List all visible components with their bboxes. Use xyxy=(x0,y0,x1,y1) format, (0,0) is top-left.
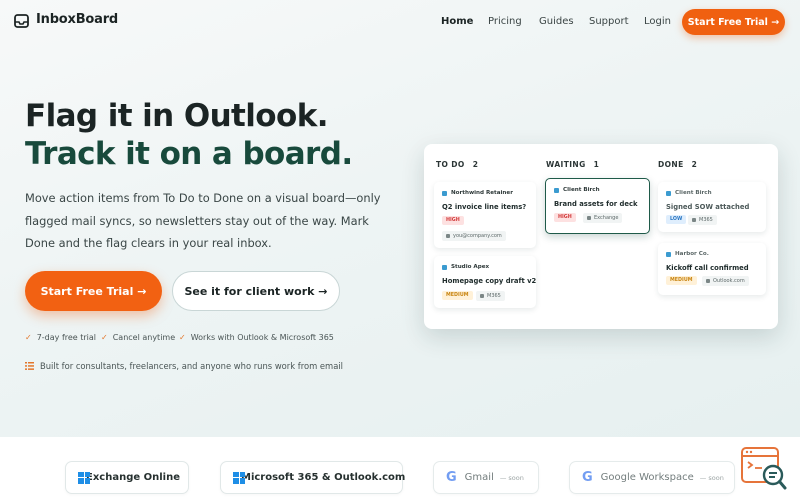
card-title: Homepage copy draft v2 xyxy=(442,277,537,285)
headline-line-1: Flag it in Outlook. xyxy=(25,98,328,134)
check-icon: ✓ xyxy=(25,333,32,342)
card-client: Client Birch xyxy=(554,187,600,193)
card-title: Brand assets for deck xyxy=(554,200,638,208)
integration-google-workspace[interactable]: G Google Workspace — soon xyxy=(569,461,735,494)
integration-gmail[interactable]: G Gmail — soon xyxy=(433,461,539,494)
built-for-note: Built for consultants, freelancers, and … xyxy=(25,361,343,371)
soon-label: — soon xyxy=(499,473,524,482)
nav-link-guides[interactable]: Guides xyxy=(539,16,574,27)
headline-line-2: Track it on a board. xyxy=(25,136,353,172)
check-icon: ✓ xyxy=(101,333,108,342)
priority-tag: HIGH xyxy=(554,213,576,222)
board-card[interactable]: Studio Apex Homepage copy draft v2 MEDIU… xyxy=(434,256,536,308)
check-icon: ✓ xyxy=(179,333,186,342)
client-color-icon xyxy=(442,190,447,196)
start-free-trial-button[interactable]: Start Free Trial → xyxy=(25,271,162,311)
card-client: Harbor Co. xyxy=(666,251,709,257)
nav-links: Home Pricing Guides Support Login xyxy=(0,16,800,30)
card-client: Client Birch xyxy=(666,190,712,196)
mail-icon xyxy=(480,294,484,298)
client-color-icon xyxy=(554,187,559,193)
card-client: Northwind Retainer xyxy=(442,190,513,196)
card-meta: you@company.com xyxy=(442,231,506,241)
list-icon xyxy=(25,362,34,370)
card-title: Kickoff call confirmed xyxy=(666,264,749,272)
priority-tag: LOW xyxy=(666,215,687,224)
nav-link-support[interactable]: Support xyxy=(589,16,629,27)
card-meta: M365 xyxy=(688,215,717,225)
card-meta: M365 xyxy=(476,291,505,301)
nav-link-login[interactable]: Login xyxy=(644,16,671,27)
nav-start-trial-button[interactable]: Start Free Trial → xyxy=(682,9,785,35)
card-title: Q2 invoice line items? xyxy=(442,203,527,211)
help-search-widget[interactable] xyxy=(740,446,788,492)
nav-link-home[interactable]: Home xyxy=(441,16,473,27)
column-header-done: DONE 2 xyxy=(658,160,698,169)
column-header-waiting: WAITING 1 xyxy=(546,160,600,169)
column-header-todo: TO DO 2 xyxy=(436,160,479,169)
check-item: ✓ Works with Outlook & Microsoft 365 xyxy=(179,333,334,342)
integration-microsoft-365[interactable]: Microsoft 365 & Outlook.com xyxy=(220,461,405,494)
client-work-button[interactable]: See it for client work → xyxy=(172,271,340,311)
priority-tag: MEDIUM xyxy=(442,291,473,300)
client-color-icon xyxy=(666,190,671,196)
board-card[interactable]: Harbor Co. Kickoff call confirmed MEDIUM… xyxy=(658,243,766,295)
mail-icon xyxy=(446,234,450,238)
mail-icon xyxy=(692,218,696,222)
check-item: ✓ Cancel anytime xyxy=(101,333,176,342)
card-client: Studio Apex xyxy=(442,264,489,270)
top-nav: InboxBoard Home Pricing Guides Support L… xyxy=(0,0,800,44)
hero-headline: Flag it in Outlook. Track it on a board. xyxy=(25,97,415,173)
priority-tag: HIGH xyxy=(442,216,464,225)
priority-tag: MEDIUM xyxy=(666,276,697,285)
hero-subtext: Move action items from To Do to Done on … xyxy=(25,191,381,250)
board-card[interactable]: Client Birch Signed SOW attached LOW M36… xyxy=(658,182,766,232)
check-item: ✓ 7-day free trial xyxy=(25,333,97,342)
card-meta: Outlook.com xyxy=(702,276,749,286)
google-icon: G xyxy=(582,470,593,485)
document-search-icon xyxy=(741,447,787,490)
board-card[interactable]: Northwind Retainer Q2 invoice line items… xyxy=(434,182,536,248)
card-title: Signed SOW attached xyxy=(666,203,750,211)
board-card-highlighted[interactable]: Client Birch Brand assets for deck HIGH … xyxy=(545,178,650,234)
mail-icon xyxy=(706,279,710,283)
client-color-icon xyxy=(442,264,447,270)
mail-icon xyxy=(587,216,591,220)
card-meta: Exchange xyxy=(583,213,623,223)
integration-exchange-online[interactable]: Exchange Online xyxy=(65,461,189,494)
client-color-icon xyxy=(666,251,671,257)
trust-checks: ✓ 7-day free trial ✓ Cancel anytime ✓ Wo… xyxy=(25,333,405,345)
nav-link-pricing[interactable]: Pricing xyxy=(488,16,522,27)
soon-label: — soon xyxy=(699,473,724,482)
google-icon: G xyxy=(446,470,457,485)
